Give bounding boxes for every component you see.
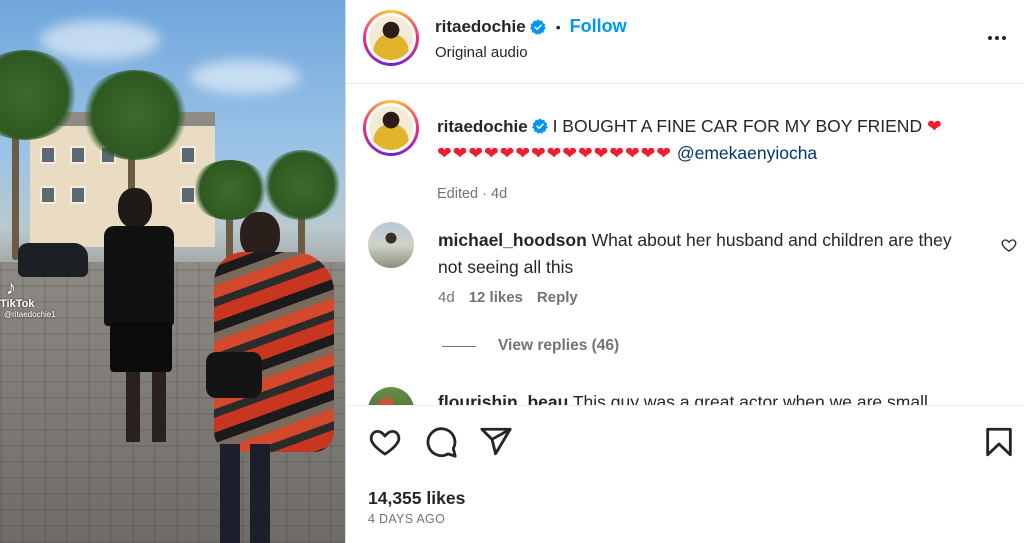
post-video[interactable]: ♪ TikTok @ritaedochie1 [0,0,345,543]
heart-emoji-row: ❤❤❤❤❤❤❤❤❤❤❤❤❤❤❤ [437,143,672,163]
tiktok-handle: @ritaedochie1 [4,310,56,319]
cloud [40,20,160,60]
comment-age: 4d [438,289,455,306]
like-heart-icon[interactable] [368,425,402,459]
author-row: ritaedochie • Follow [435,16,627,37]
woman-figure [200,212,345,543]
more-horizontal-icon[interactable] [985,26,1009,50]
tiktok-brand: TikTok [0,298,35,310]
caption-username[interactable]: ritaedochie [437,117,528,136]
comment-username[interactable]: flourishin_beau [438,392,568,405]
commenter-avatar[interactable] [368,387,414,405]
tiktok-logo-icon: ♪ [6,277,16,299]
verified-badge-icon [531,118,548,134]
tiktok-watermark: ♪ TikTok @ritaedochie1 [0,278,56,319]
heart-emoji: ❤ [926,116,943,136]
separator-dot: • [555,18,561,35]
comment-text: michael_hoodson What about her husband a… [438,227,978,281]
comment-username[interactable]: michael_hoodson [438,230,587,250]
man-figure [104,188,192,458]
reply-button[interactable]: Reply [537,289,578,306]
comments-section[interactable]: ritaedochie I BOUGHT A FINE CAR FOR MY B… [346,85,1024,405]
author-avatar[interactable] [363,10,419,66]
post-panel: ritaedochie • Follow Original audio rita… [345,0,1024,543]
comment-likes[interactable]: 12 likes [469,289,523,306]
verified-badge-icon [529,18,546,35]
author-username[interactable]: ritaedochie [435,17,526,37]
parked-car [18,243,88,277]
post-actions: 14,355 likes 4 DAYS AGO [346,405,1024,543]
view-replies-button[interactable]: View replies (46) [442,337,619,355]
comment-like-heart-icon[interactable] [1001,237,1017,253]
audio-label[interactable]: Original audio [435,44,528,61]
post-header: ritaedochie • Follow Original audio [346,0,1024,84]
comment-meta: 4d 12 likes Reply [438,289,578,306]
caption-text: ritaedochie I BOUGHT A FINE CAR FOR MY B… [437,113,1012,166]
likes-count[interactable]: 14,355 likes [368,488,465,509]
replies-divider [442,345,476,347]
commenter-avatar[interactable] [368,222,414,268]
share-send-icon[interactable] [479,425,513,459]
post-timestamp: 4 DAYS AGO [368,512,446,526]
comment-bubble-icon[interactable] [424,425,458,459]
comment-body: This guy was a great actor when we are s… [572,392,928,405]
view-replies-label: View replies (46) [498,337,620,354]
save-bookmark-icon[interactable] [982,425,1016,459]
mention-link[interactable]: @emekaenyiocha [677,143,817,163]
caption-body: I BOUGHT A FINE CAR FOR MY BOY FRIEND [552,116,923,136]
caption-avatar[interactable] [363,100,419,156]
follow-button[interactable]: Follow [570,16,627,37]
cloud [190,60,300,94]
caption-edited-timestamp: Edited · 4d [437,186,508,202]
comment-text: flourishin_beau This guy was a great act… [438,389,978,405]
